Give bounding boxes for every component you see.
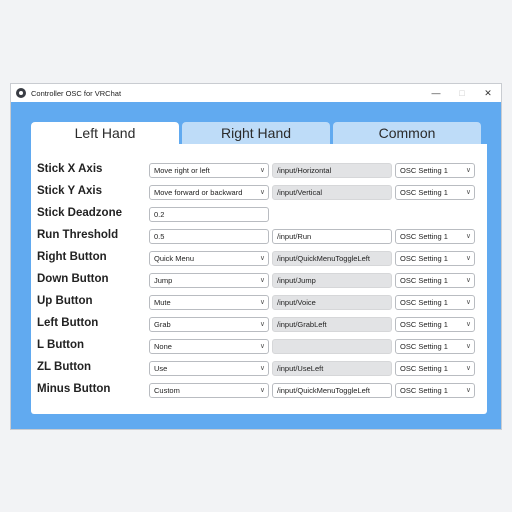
osc-select-left-button[interactable]: OSC Setting 1 ∨ <box>395 317 475 332</box>
osc-select-l-button[interactable]: OSC Setting 1 ∨ <box>395 339 475 354</box>
selected-value: OSC Setting 1 <box>400 276 448 285</box>
osc-select-run-threshold[interactable]: OSC Setting 1 ∨ <box>395 229 475 244</box>
chevron-down-icon: ∨ <box>259 299 265 306</box>
selected-value: Move forward or backward <box>154 188 243 197</box>
row-label-run-threshold: Run Threshold <box>37 229 119 241</box>
deadzone-input[interactable]: 0.2 <box>149 207 269 222</box>
settings-panel: Stick X Axis Move right or left ∨ /input/… <box>31 144 487 414</box>
selected-value: OSC Setting 1 <box>400 386 448 395</box>
path-field-up-button: /input/Voice <box>272 295 392 310</box>
path-field-minus-button[interactable]: /input/QuickMenuToggleLeft <box>272 383 392 398</box>
chevron-down-icon: ∨ <box>465 167 471 174</box>
selected-value: OSC Setting 1 <box>400 232 448 241</box>
chevron-down-icon: ∨ <box>259 255 265 262</box>
osc-select-stick-y-axis[interactable]: OSC Setting 1 ∨ <box>395 185 475 200</box>
chevron-down-icon: ∨ <box>465 365 471 372</box>
chevron-down-icon: ∨ <box>465 387 471 394</box>
selected-value: Quick Menu <box>154 254 195 263</box>
path-field-l-button <box>272 339 392 354</box>
row-label-left-button: Left Button <box>37 317 99 329</box>
path-field-zl-button: /input/UseLeft <box>272 361 392 376</box>
selected-value: Move right or left <box>154 166 210 175</box>
osc-select-stick-x-axis[interactable]: OSC Setting 1 ∨ <box>395 163 475 178</box>
chevron-down-icon: ∨ <box>465 189 471 196</box>
tab-common[interactable]: Common <box>333 122 481 144</box>
maximize-icon: □ <box>459 88 465 98</box>
row-label-down-button: Down Button <box>37 273 109 285</box>
selected-value: Mute <box>154 298 171 307</box>
action-select-stick-x-axis[interactable]: Move right or left ∨ <box>149 163 269 178</box>
selected-value: Use <box>154 364 168 373</box>
path-field-stick-x-axis: /input/Horizontal <box>272 163 392 178</box>
osc-select-up-button[interactable]: OSC Setting 1 ∨ <box>395 295 475 310</box>
selected-value: OSC Setting 1 <box>400 364 448 373</box>
chevron-down-icon: ∨ <box>259 343 265 350</box>
row-label-stick-y-axis: Stick Y Axis <box>37 185 102 197</box>
row-label-up-button: Up Button <box>37 295 93 307</box>
path-field-run-threshold[interactable]: /input/Run <box>272 229 392 244</box>
selected-value: Grab <box>154 320 171 329</box>
app-window: Controller OSC for VRChat — □ ✕ Left Han… <box>10 83 502 430</box>
selected-value: OSC Setting 1 <box>400 188 448 197</box>
selected-value: OSC Setting 1 <box>400 298 448 307</box>
row-label-stick-x-axis: Stick X Axis <box>37 163 103 175</box>
selected-value: None <box>154 342 172 351</box>
selected-value: OSC Setting 1 <box>400 166 448 175</box>
osc-select-down-button[interactable]: OSC Setting 1 ∨ <box>395 273 475 288</box>
path-field-right-button: /input/QuickMenuToggleLeft <box>272 251 392 266</box>
chevron-down-icon: ∨ <box>259 387 265 394</box>
osc-select-minus-button[interactable]: OSC Setting 1 ∨ <box>395 383 475 398</box>
row-label-minus-button: Minus Button <box>37 383 111 395</box>
chevron-down-icon: ∨ <box>465 233 471 240</box>
selected-value: OSC Setting 1 <box>400 342 448 351</box>
chevron-down-icon: ∨ <box>259 365 265 372</box>
selected-value: OSC Setting 1 <box>400 320 448 329</box>
chevron-down-icon: ∨ <box>465 343 471 350</box>
chevron-down-icon: ∨ <box>259 321 265 328</box>
title-bar[interactable]: Controller OSC for VRChat — □ ✕ <box>11 84 501 102</box>
row-label-zl-button: ZL Button <box>37 361 92 373</box>
osc-select-right-button[interactable]: OSC Setting 1 ∨ <box>395 251 475 266</box>
app-icon <box>16 88 26 98</box>
action-select-minus-button[interactable]: Custom ∨ <box>149 383 269 398</box>
action-select-right-button[interactable]: Quick Menu ∨ <box>149 251 269 266</box>
path-field-stick-y-axis: /input/Vertical <box>272 185 392 200</box>
chevron-down-icon: ∨ <box>465 255 471 262</box>
action-select-left-button[interactable]: Grab ∨ <box>149 317 269 332</box>
path-field-down-button: /input/Jump <box>272 273 392 288</box>
row-label-right-button: Right Button <box>37 251 107 263</box>
action-select-stick-y-axis[interactable]: Move forward or backward ∨ <box>149 185 269 200</box>
chevron-down-icon: ∨ <box>465 277 471 284</box>
action-select-up-button[interactable]: Mute ∨ <box>149 295 269 310</box>
close-icon[interactable]: ✕ <box>475 84 501 102</box>
tab-right-hand[interactable]: Right Hand <box>182 122 330 144</box>
chevron-down-icon: ∨ <box>465 321 471 328</box>
selected-value: Jump <box>154 276 173 285</box>
chevron-down-icon: ∨ <box>259 189 265 196</box>
window-title: Controller OSC for VRChat <box>31 88 122 98</box>
tab-left-hand[interactable]: Left Hand <box>31 122 179 144</box>
action-select-zl-button[interactable]: Use ∨ <box>149 361 269 376</box>
run-threshold-input[interactable]: 0.5 <box>149 229 269 244</box>
row-label-stick-deadzone: Stick Deadzone <box>37 207 122 219</box>
selected-value: Custom <box>154 386 180 395</box>
chevron-down-icon: ∨ <box>259 277 265 284</box>
chevron-down-icon: ∨ <box>259 167 265 174</box>
path-field-left-button: /input/GrabLeft <box>272 317 392 332</box>
osc-select-zl-button[interactable]: OSC Setting 1 ∨ <box>395 361 475 376</box>
selected-value: OSC Setting 1 <box>400 254 448 263</box>
window-controls: — □ ✕ <box>423 84 501 102</box>
action-select-down-button[interactable]: Jump ∨ <box>149 273 269 288</box>
minimize-icon[interactable]: — <box>423 84 449 102</box>
row-label-l-button: L Button <box>37 339 85 351</box>
action-select-l-button[interactable]: None ∨ <box>149 339 269 354</box>
chevron-down-icon: ∨ <box>465 299 471 306</box>
